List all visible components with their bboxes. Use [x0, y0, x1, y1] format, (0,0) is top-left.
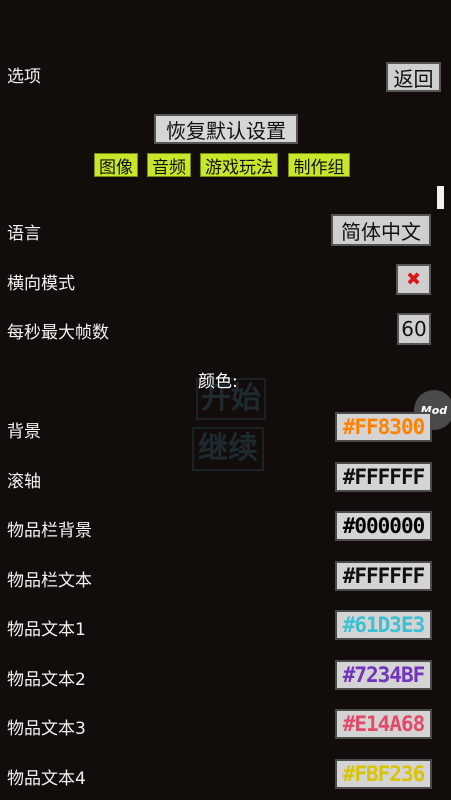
fps-label: 每秒最大帧数: [7, 323, 109, 343]
close-icon: ✖: [405, 269, 422, 290]
color-button-inventory-bg[interactable]: #000000: [335, 511, 432, 541]
color-button-inventory-text[interactable]: #FFFFFF: [335, 561, 432, 591]
background-continue-text: 继续: [192, 427, 264, 471]
tab-gameplay[interactable]: 游戏玩法: [200, 153, 278, 178]
color-value: #61D3E3: [342, 613, 426, 637]
landscape-toggle[interactable]: ✖: [396, 264, 431, 295]
color-label-item-text-2: 物品文本2: [7, 670, 86, 690]
language-select[interactable]: 简体中文: [331, 214, 431, 246]
back-button[interactable]: 返回: [386, 62, 441, 92]
fps-button[interactable]: 60: [397, 313, 431, 345]
color-value: #FFFFFF: [342, 564, 426, 588]
color-button-item-text-2[interactable]: #7234BF: [335, 660, 432, 690]
color-button-item-text-3[interactable]: #E14A68: [335, 709, 432, 739]
color-label-background: 背景: [7, 422, 41, 442]
color-button-scroll[interactable]: #FFFFFF: [335, 462, 432, 492]
color-value: #FBF236: [342, 762, 426, 786]
color-label-item-text-4: 物品文本4: [7, 769, 86, 789]
tab-credits[interactable]: 制作组: [288, 153, 350, 178]
colors-heading: 颜色:: [198, 372, 238, 392]
scrollbar-thumb[interactable]: [437, 186, 444, 209]
color-label-inventory-text: 物品栏文本: [7, 571, 92, 591]
color-label-scroll: 滚轴: [7, 472, 41, 492]
color-label-item-text-1: 物品文本1: [7, 620, 86, 640]
color-label-inventory-bg: 物品栏背景: [7, 521, 92, 541]
color-value: #7234BF: [342, 663, 426, 687]
page-title: 选项: [7, 67, 41, 87]
color-value: #FFFFFF: [342, 465, 426, 489]
color-button-item-text-4[interactable]: #FBF236: [335, 759, 432, 789]
landscape-label: 横向模式: [7, 274, 75, 294]
reset-defaults-button[interactable]: 恢复默认设置: [154, 114, 298, 144]
color-button-item-text-1[interactable]: #61D3E3: [335, 610, 432, 640]
language-label: 语言: [7, 224, 41, 244]
color-value: #000000: [342, 514, 426, 538]
color-button-background[interactable]: #FF8300: [335, 412, 432, 442]
color-value: #E14A68: [342, 712, 426, 736]
color-value: #FF8300: [342, 415, 426, 439]
tab-audio[interactable]: 音频: [147, 153, 191, 178]
color-label-item-text-3: 物品文本3: [7, 719, 86, 739]
tab-graphics[interactable]: 图像: [94, 153, 138, 178]
